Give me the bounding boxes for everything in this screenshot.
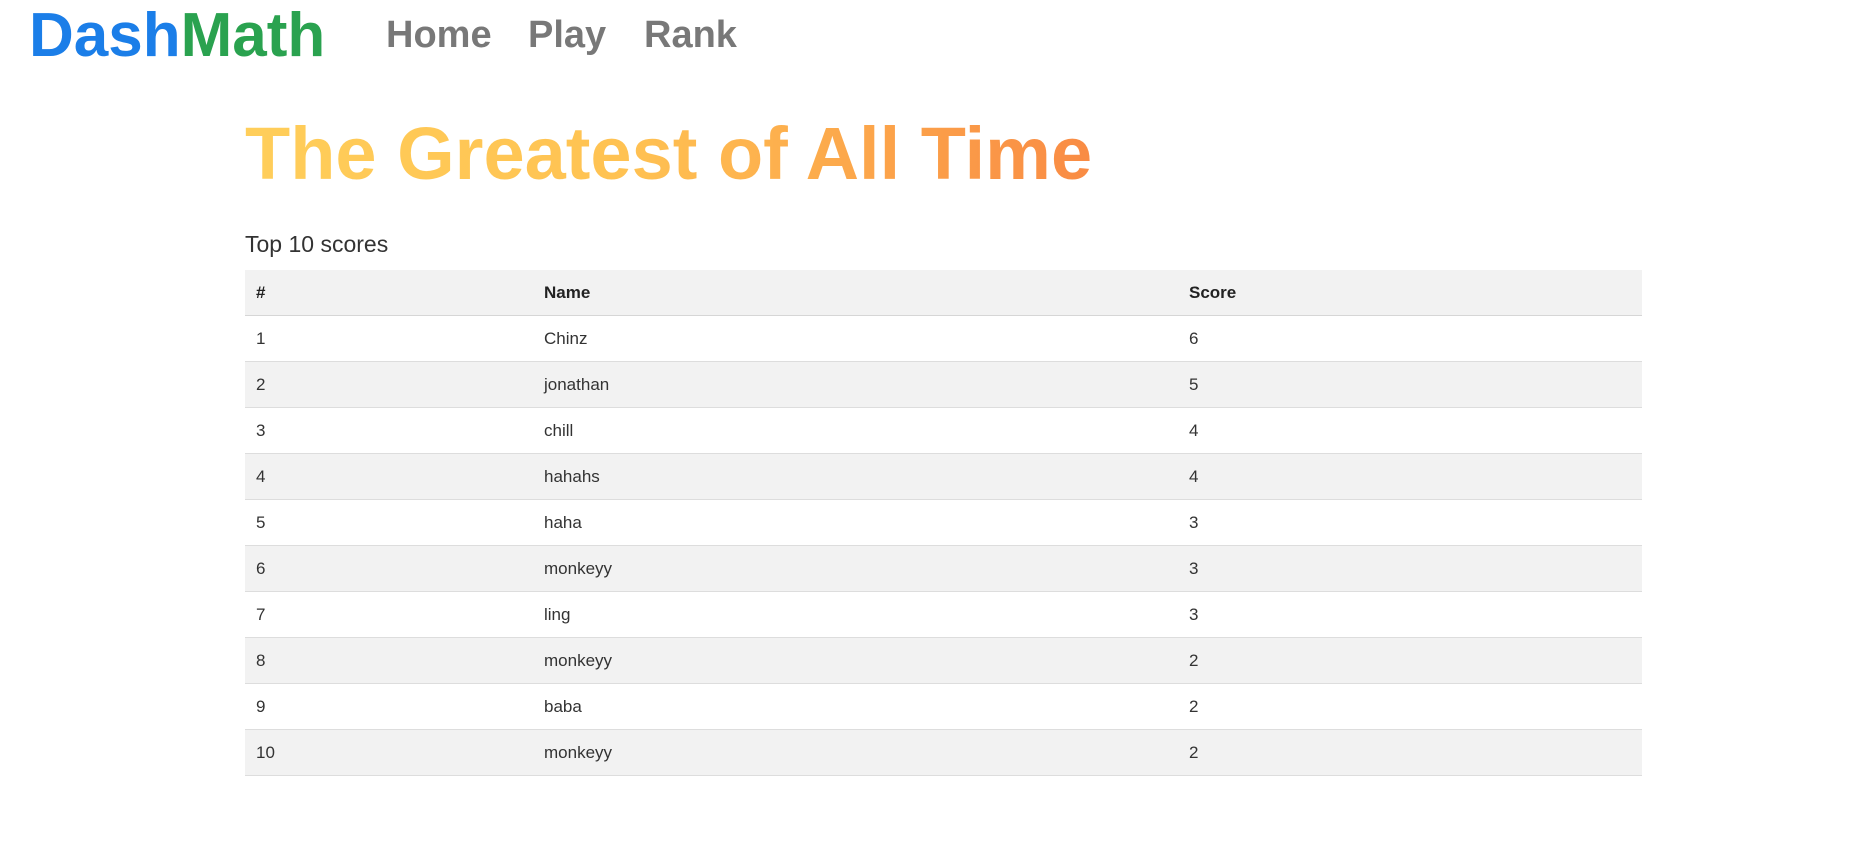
page-title: The Greatest of All Time xyxy=(245,104,1092,204)
table-row: 7 ling 3 xyxy=(245,591,1642,638)
cell-score: 5 xyxy=(1178,361,1642,408)
table-header-row: # Name Score xyxy=(245,270,1642,316)
cell-name: baba xyxy=(533,683,1178,730)
cell-score: 2 xyxy=(1178,637,1642,684)
cell-name: monkeyy xyxy=(533,729,1178,776)
table-row: 9 baba 2 xyxy=(245,683,1642,730)
cell-name: chill xyxy=(533,407,1178,454)
column-header-rank: # xyxy=(245,270,533,316)
cell-rank: 3 xyxy=(245,407,533,454)
cell-name: ling xyxy=(533,591,1178,638)
nav-link-rank[interactable]: Rank xyxy=(644,11,737,59)
brand-logo[interactable]: DashMath xyxy=(29,0,325,72)
cell-score: 2 xyxy=(1178,683,1642,730)
column-header-name: Name xyxy=(533,270,1178,316)
cell-score: 6 xyxy=(1178,315,1642,362)
table-row: 2 jonathan 5 xyxy=(245,361,1642,408)
cell-name: Chinz xyxy=(533,315,1178,362)
cell-name: hahahs xyxy=(533,453,1178,500)
cell-name: monkeyy xyxy=(533,637,1178,684)
cell-score: 2 xyxy=(1178,729,1642,776)
nav-link-play[interactable]: Play xyxy=(528,11,606,59)
brand-name-part1: Dash xyxy=(29,1,181,70)
cell-rank: 10 xyxy=(245,729,533,776)
cell-score: 4 xyxy=(1178,407,1642,454)
cell-rank: 5 xyxy=(245,499,533,546)
table-row: 3 chill 4 xyxy=(245,407,1642,454)
cell-name: jonathan xyxy=(533,361,1178,408)
table-header: # Name Score xyxy=(245,270,1642,316)
cell-rank: 7 xyxy=(245,591,533,638)
cell-rank: 6 xyxy=(245,545,533,592)
cell-score: 4 xyxy=(1178,453,1642,500)
brand-name-part2: Math xyxy=(180,1,326,70)
table-row: 5 haha 3 xyxy=(245,499,1642,546)
cell-score: 3 xyxy=(1178,545,1642,592)
cell-rank: 8 xyxy=(245,637,533,684)
cell-name: monkeyy xyxy=(533,545,1178,592)
cell-rank: 9 xyxy=(245,683,533,730)
nav-link-home[interactable]: Home xyxy=(386,11,492,59)
table-row: 8 monkeyy 2 xyxy=(245,637,1642,684)
navbar: DashMath Home Play Rank xyxy=(0,0,1870,72)
table-row: 1 Chinz 6 xyxy=(245,315,1642,362)
cell-rank: 2 xyxy=(245,361,533,408)
table-row: 4 hahahs 4 xyxy=(245,453,1642,500)
table-row: 6 monkeyy 3 xyxy=(245,545,1642,592)
scores-caption: Top 10 scores xyxy=(245,231,389,257)
table-body: 1 Chinz 6 2 jonathan 5 3 chill 4 4 hahah… xyxy=(245,315,1642,776)
cell-score: 3 xyxy=(1178,591,1642,638)
cell-score: 3 xyxy=(1178,499,1642,546)
cell-rank: 1 xyxy=(245,315,533,362)
table-row: 10 monkeyy 2 xyxy=(245,729,1642,776)
cell-rank: 4 xyxy=(245,453,533,500)
cell-name: haha xyxy=(533,499,1178,546)
leaderboard-table: # Name Score 1 Chinz 6 2 jonathan 5 3 ch… xyxy=(245,270,1642,776)
column-header-score: Score xyxy=(1178,270,1642,316)
